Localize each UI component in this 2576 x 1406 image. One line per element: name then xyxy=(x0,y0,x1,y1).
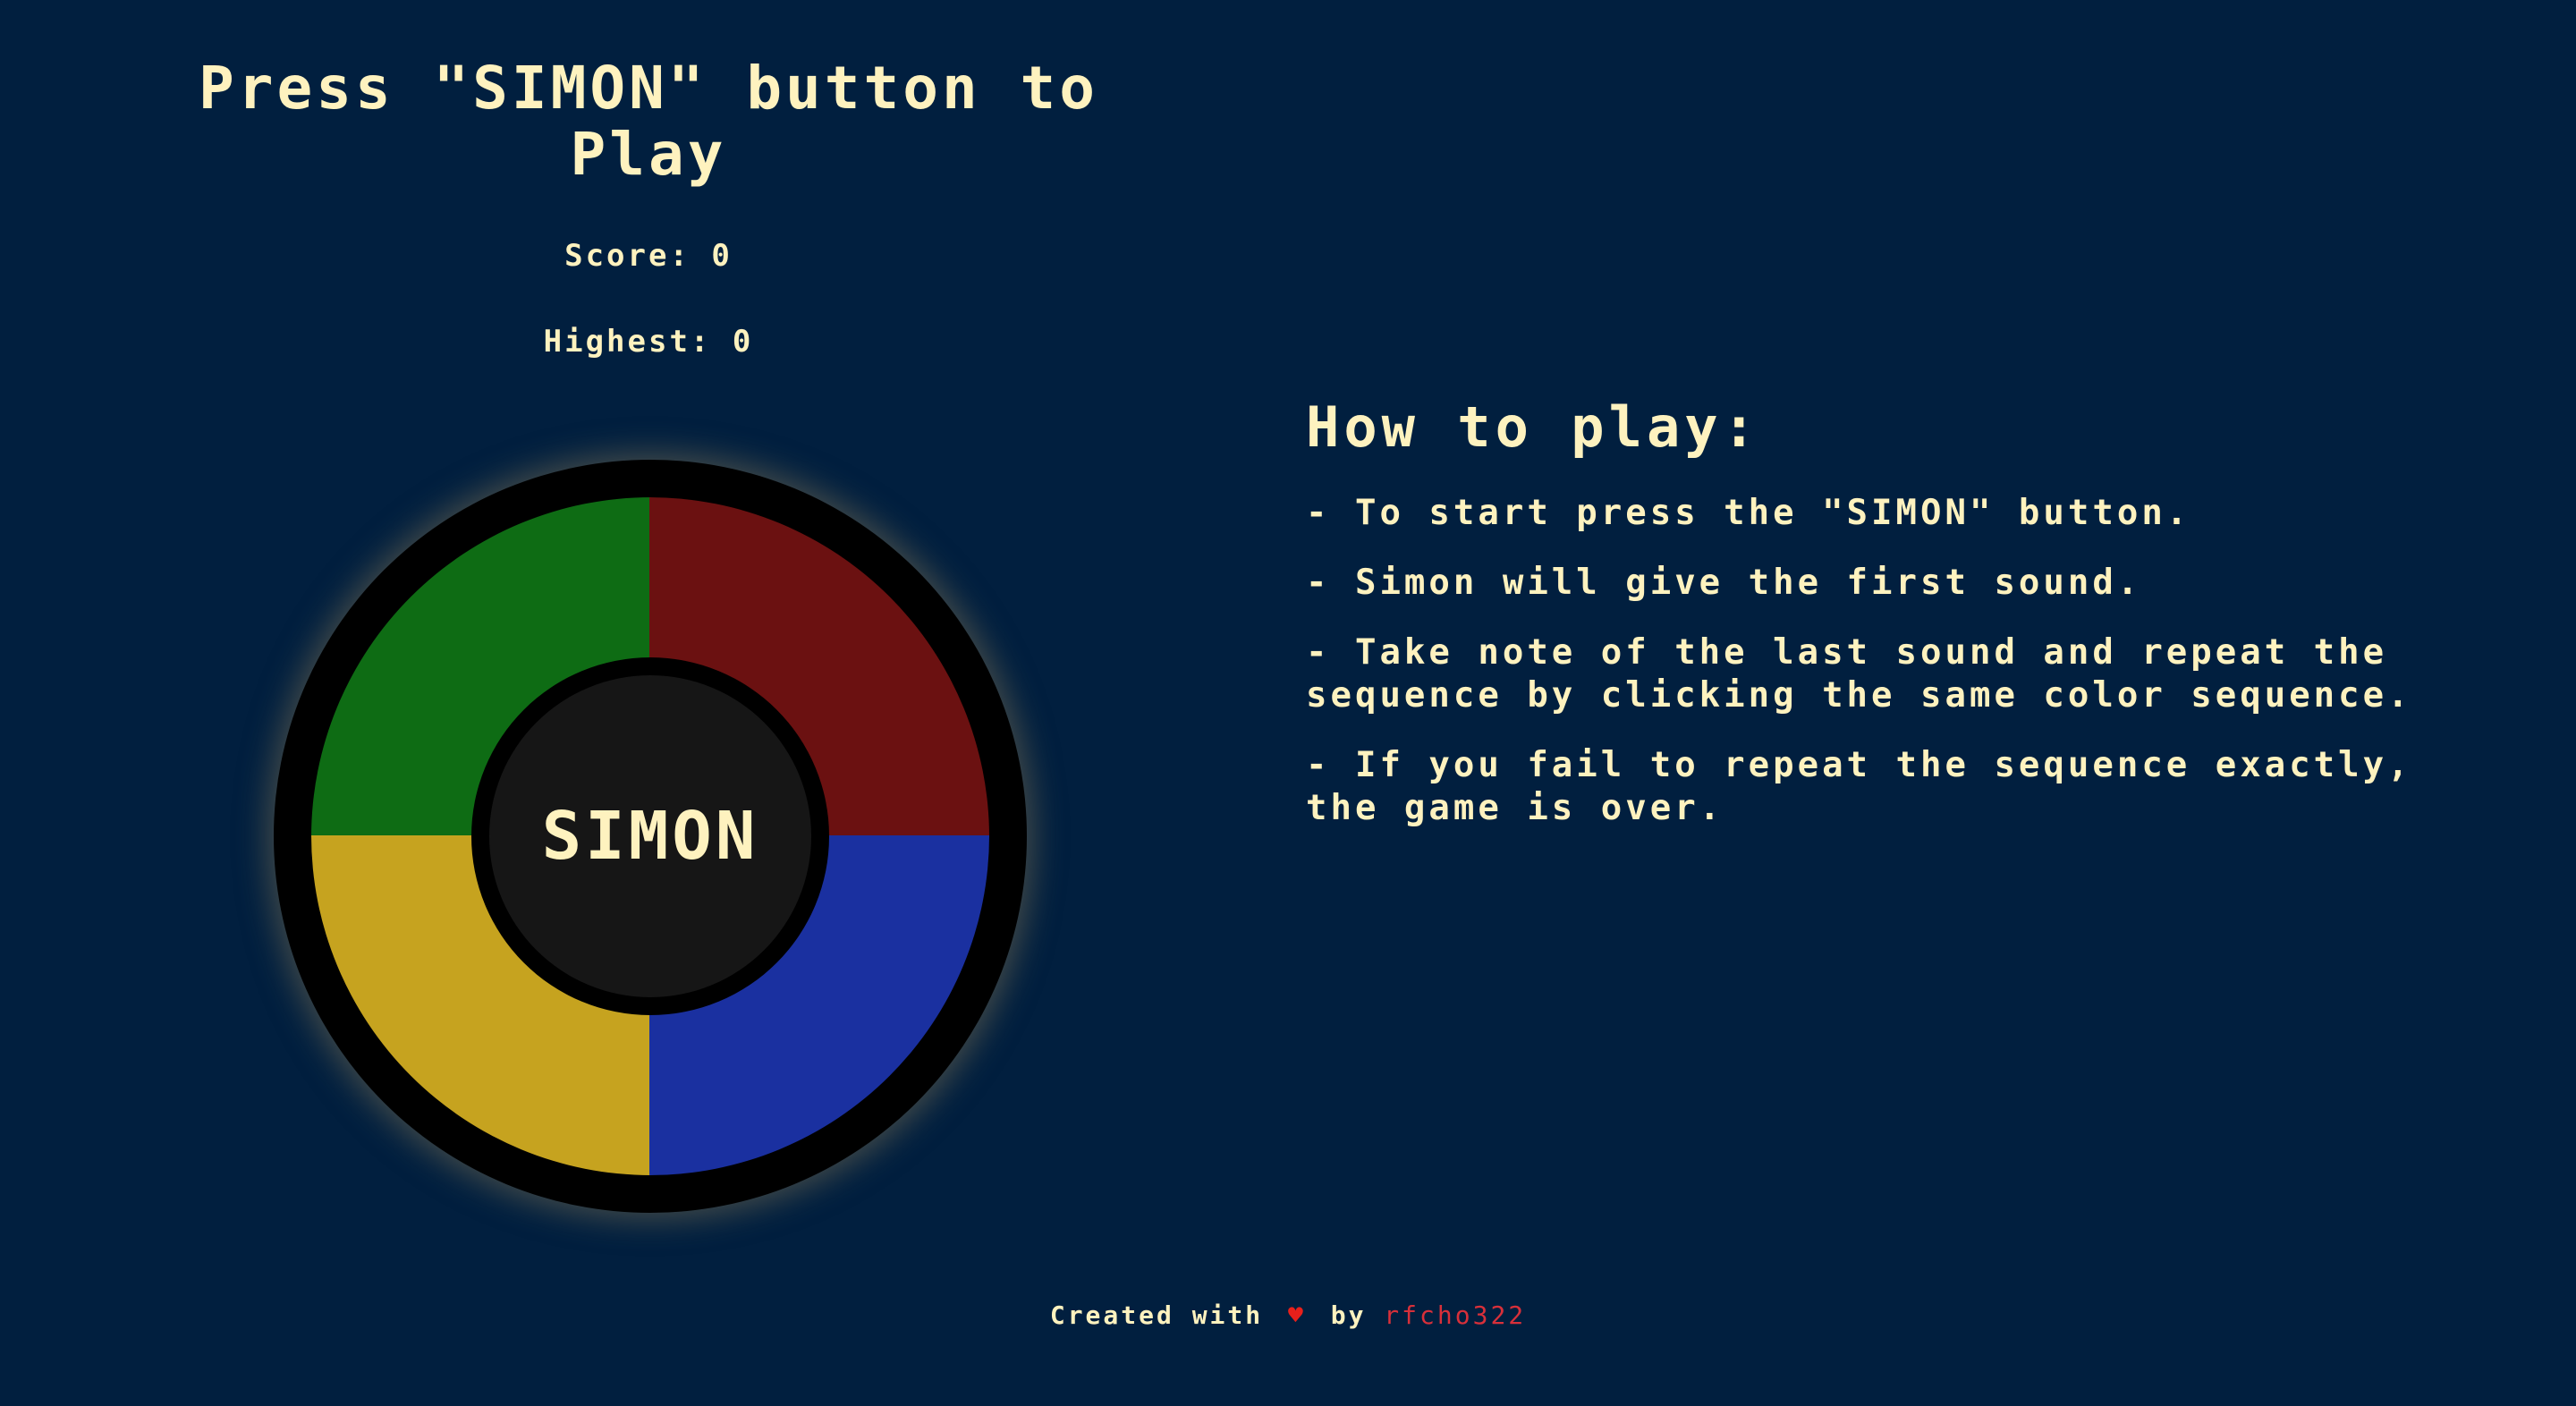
how-to-play-section: How to play: - To start press the "SIMON… xyxy=(1306,394,2487,857)
score-display: Score: 0 xyxy=(564,238,733,274)
game-panel: Press "SIMON" button to Play Score: 0 Hi… xyxy=(0,0,1297,1270)
highest-score-display: Highest: 0 xyxy=(543,324,754,360)
footer: Created with ♥ by rfcho322 xyxy=(0,1300,2576,1330)
footer-prefix: Created with xyxy=(1049,1300,1264,1330)
simon-board: SIMON xyxy=(274,460,1027,1213)
how-to-play-title: How to play: xyxy=(1306,394,1760,460)
rule-item: - Take note of the last sound and repeat… xyxy=(1306,632,2412,716)
footer-by: by xyxy=(1330,1300,1367,1330)
heart-icon: ♥ xyxy=(1288,1300,1306,1330)
simon-start-button[interactable]: SIMON xyxy=(489,675,811,997)
rule-item: - Simon will give the first sound. xyxy=(1306,563,2142,603)
rule-item: - To start press the "SIMON" button. xyxy=(1306,493,2191,533)
game-title: Press "SIMON" button to Play xyxy=(199,54,1098,189)
author-link[interactable]: rfcho322 xyxy=(1384,1300,1526,1330)
center-ring: SIMON xyxy=(471,657,829,1015)
rule-item: - If you fail to repeat the sequence exa… xyxy=(1306,745,2412,828)
